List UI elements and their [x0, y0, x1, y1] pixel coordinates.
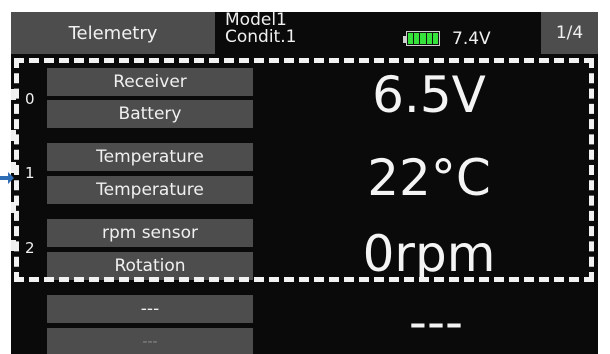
- sensor-name-button[interactable]: Temperature: [47, 143, 253, 171]
- sensor-name-button[interactable]: Receiver: [47, 68, 253, 96]
- sensor-type: Temperature: [96, 180, 204, 200]
- model-info: Model1 Condit.1 7.4V: [225, 12, 545, 54]
- slot-marker: [11, 240, 16, 251]
- telemetry-value: 6.5V: [372, 66, 486, 124]
- slot-number: 0: [25, 90, 35, 108]
- telemetry-value: 0rpm: [362, 225, 496, 283]
- screen-title: Telemetry: [68, 22, 158, 44]
- sensor-type-button[interactable]: Temperature: [47, 176, 253, 204]
- page-indicator-button[interactable]: 1/4: [541, 12, 598, 54]
- slot-marker: [11, 202, 16, 213]
- sensor-name: rpm sensor: [101, 223, 199, 243]
- sensor-name-button[interactable]: rpm sensor: [47, 219, 253, 247]
- sensor-name: ---: [140, 299, 160, 319]
- arrow-right-icon: [0, 172, 14, 184]
- sensor-type: Battery: [118, 104, 182, 124]
- sensor-type-button[interactable]: ---: [47, 328, 253, 354]
- telemetry-value: ---: [408, 293, 464, 351]
- slot-marker: [11, 130, 16, 141]
- condition-name: Condit.1: [225, 27, 297, 47]
- sensor-type: Rotation: [114, 256, 186, 276]
- slot-number: 2: [25, 239, 35, 257]
- page-indicator: 1/4: [555, 23, 584, 43]
- slot-marker: [11, 89, 16, 100]
- telemetry-value: 22°C: [367, 149, 491, 207]
- telemetry-screen: Telemetry Model1 Condit.1 7.4V 1/4 0 Rec…: [11, 12, 598, 354]
- sensor-type: ---: [142, 334, 158, 350]
- screen-title-button[interactable]: Telemetry: [11, 12, 215, 54]
- sensor-type-button[interactable]: Rotation: [47, 252, 253, 280]
- sensor-type-button[interactable]: Battery: [47, 100, 253, 128]
- sensor-name: Temperature: [96, 147, 204, 167]
- battery-voltage: 7.4V: [452, 29, 491, 49]
- sensor-name: Receiver: [113, 72, 187, 92]
- sensor-name-button[interactable]: ---: [47, 295, 253, 323]
- slot-number: 1: [25, 164, 35, 182]
- battery-icon: [403, 31, 443, 48]
